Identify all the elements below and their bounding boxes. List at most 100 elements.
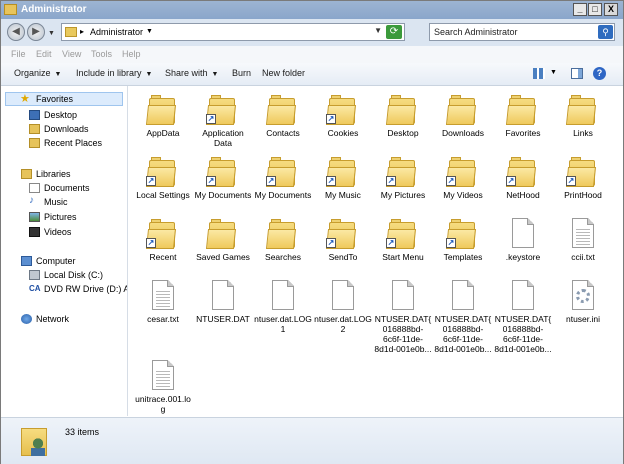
burn-button[interactable]: Burn: [232, 68, 251, 78]
view-dropdown[interactable]: ▼: [550, 69, 557, 76]
folder-icon: ↗: [325, 94, 359, 126]
file-item[interactable]: ↗ My Documents: [254, 152, 312, 214]
preview-pane-icon[interactable]: [571, 68, 583, 79]
file-name: SendTo: [328, 252, 358, 262]
file-item[interactable]: ↗ My Videos: [434, 152, 492, 214]
file-name: NTUSER.DAT: [196, 314, 250, 324]
file-item[interactable]: Downloads: [434, 90, 492, 152]
share-with-button[interactable]: Share with ▼: [165, 68, 218, 78]
file-item[interactable]: NTUSER.DAT{016888bd-6c6f-11de-8d1d-001e0…: [374, 276, 432, 354]
menu-tools[interactable]: Tools: [91, 49, 112, 59]
file-item[interactable]: ↗ Cookies: [314, 90, 372, 152]
back-button[interactable]: ◀: [7, 23, 25, 41]
new-folder-button[interactable]: New folder: [262, 68, 305, 78]
file-name: ntuser.ini: [565, 314, 601, 324]
file-name: Desktop: [387, 128, 419, 138]
file-item[interactable]: NTUSER.DAT{016888bd-6c6f-11de-8d1d-001e0…: [434, 276, 492, 354]
file-name: NTUSER.DAT{016888bd-6c6f-11de-8d1d-001e0…: [374, 314, 432, 354]
file-item[interactable]: ntuser.ini: [554, 276, 612, 338]
file-item[interactable]: Searches: [254, 214, 312, 276]
file-name: Saved Games: [196, 252, 250, 262]
shortcut-arrow-icon: ↗: [266, 176, 276, 186]
shortcut-arrow-icon: ↗: [206, 176, 216, 186]
folder-icon: [385, 94, 419, 126]
file-item[interactable]: Saved Games: [194, 214, 252, 276]
file-item[interactable]: ↗ NetHood: [494, 152, 552, 214]
file-item[interactable]: ↗ Local Settings: [134, 152, 192, 214]
breadcrumb-administrator[interactable]: Administrator: [90, 27, 143, 37]
sidebar-item-favorites[interactable]: ★ Favorites: [5, 92, 123, 106]
refresh-button[interactable]: ⟳: [386, 25, 402, 39]
menu-help[interactable]: Help: [122, 49, 141, 59]
folder-icon: ↗: [385, 218, 419, 250]
maximize-button[interactable]: □: [588, 3, 602, 16]
file-name: ntuser.dat.LOG2: [314, 314, 372, 334]
shortcut-arrow-icon: ↗: [206, 114, 216, 124]
close-button[interactable]: X: [604, 3, 618, 16]
search-input[interactable]: Search Administrator: [434, 27, 518, 37]
computer-icon: [21, 256, 32, 266]
recent-pages-dropdown[interactable]: ▼: [48, 30, 55, 37]
view-options-icon[interactable]: [533, 68, 545, 79]
file-item[interactable]: ntuser.dat.LOG2: [314, 276, 372, 338]
shortcut-arrow-icon: ↗: [326, 114, 336, 124]
sidebar-label: Computer: [36, 256, 76, 266]
chevron-down-icon[interactable]: ▼: [146, 28, 153, 35]
file-item[interactable]: AppData: [134, 90, 192, 152]
sidebar-label: Music: [44, 197, 68, 207]
menu-view[interactable]: View: [62, 49, 81, 59]
file-item[interactable]: Favorites: [494, 90, 552, 152]
menu-edit[interactable]: Edit: [36, 49, 52, 59]
file-item[interactable]: ↗ Application Data: [194, 90, 252, 152]
file-name: My Music: [325, 190, 361, 200]
file-item[interactable]: cesar.txt: [134, 276, 192, 338]
address-dropdown[interactable]: ▼: [374, 26, 382, 35]
shortcut-arrow-icon: ↗: [146, 176, 156, 186]
file-item[interactable]: ntuser.dat.LOG1: [254, 276, 312, 338]
file-icon: [267, 280, 299, 312]
address-bar-row: ◀ ▶ ▼ ▸ Administrator ▼ ▼ ⟳ Search Admin…: [1, 19, 623, 47]
file-item[interactable]: ccii.txt: [554, 214, 612, 276]
file-item[interactable]: .keystore: [494, 214, 552, 276]
menu-file[interactable]: File: [11, 49, 26, 59]
file-icon: [447, 280, 479, 312]
folder-icon: [265, 218, 299, 250]
file-name: .keystore: [505, 252, 541, 262]
folder-icon: ↗: [385, 156, 419, 188]
title-bar[interactable]: Administrator _ □ X: [1, 1, 623, 19]
search-icon[interactable]: ⚲: [598, 25, 613, 39]
file-name: Favorites: [505, 128, 541, 138]
organize-button[interactable]: Organize ▼: [14, 68, 61, 78]
sidebar-label: Pictures: [44, 212, 77, 222]
address-field[interactable]: ▸ Administrator ▼ ▼ ⟳: [61, 23, 405, 41]
file-item[interactable]: ↗ My Pictures: [374, 152, 432, 214]
help-icon[interactable]: ?: [593, 67, 606, 80]
folder-icon: ↗: [265, 156, 299, 188]
file-name: NTUSER.DAT{016888bd-6c6f-11de-8d1d-001e0…: [494, 314, 552, 354]
search-box[interactable]: Search Administrator ⚲: [429, 23, 615, 41]
file-item[interactable]: NTUSER.DAT: [194, 276, 252, 338]
folder-icon: ↗: [205, 94, 239, 126]
file-item[interactable]: NTUSER.DAT{016888bd-6c6f-11de-8d1d-001e0…: [494, 276, 552, 354]
file-item[interactable]: Contacts: [254, 90, 312, 152]
file-item[interactable]: ↗ SendTo: [314, 214, 372, 276]
file-item[interactable]: ↗ PrintHood: [554, 152, 612, 214]
include-in-library-button[interactable]: Include in library ▼: [76, 68, 152, 78]
file-item[interactable]: ↗ Templates: [434, 214, 492, 276]
explorer-window: Administrator _ □ X ◀ ▶ ▼ ▸ Administrato…: [0, 0, 624, 464]
file-item[interactable]: ↗ Start Menu: [374, 214, 432, 276]
sidebar-label: Documents: [44, 183, 90, 193]
file-name: My Documents: [254, 190, 312, 200]
file-item[interactable]: ↗ My Documents: [194, 152, 252, 214]
minimize-button[interactable]: _: [573, 3, 587, 16]
pictures-icon: [29, 212, 40, 222]
text-file-icon: [147, 360, 179, 392]
folder-icon: [145, 94, 179, 126]
file-item[interactable]: ↗ My Music: [314, 152, 372, 214]
breadcrumb-arrow-icon[interactable]: ▸: [80, 27, 84, 36]
forward-button[interactable]: ▶: [27, 23, 45, 41]
file-item[interactable]: unitrace.001.log: [134, 356, 192, 418]
file-item[interactable]: Links: [554, 90, 612, 152]
file-item[interactable]: ↗ Recent: [134, 214, 192, 276]
file-item[interactable]: Desktop: [374, 90, 432, 152]
